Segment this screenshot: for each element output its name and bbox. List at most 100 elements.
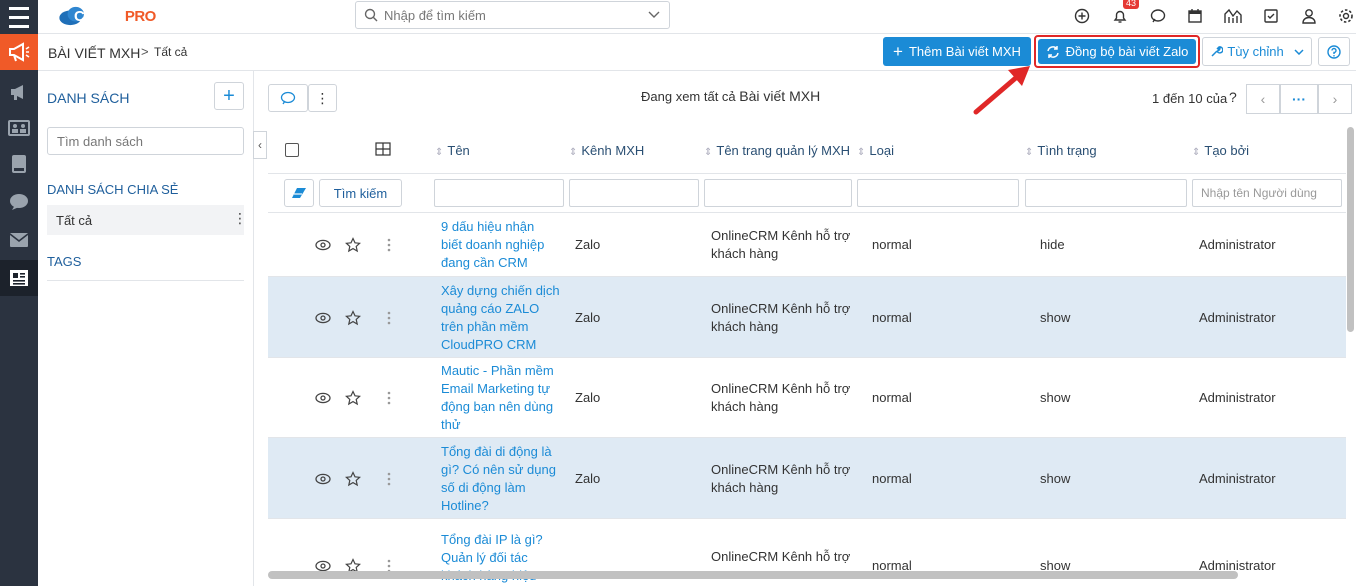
table-row[interactable]: 9 dấu hiệu nhận biết doanh nghiệp đang cần… bbox=[268, 212, 1346, 276]
list-search-input[interactable] bbox=[47, 127, 244, 155]
filter-search-button[interactable]: Tìm kiếm bbox=[319, 179, 402, 207]
eye-icon[interactable] bbox=[314, 309, 332, 327]
table-row[interactable]: Tổng đài di động là gì? Có nên sử dụng số … bbox=[268, 437, 1346, 518]
page-cell: OnlineCRM Kênh hỗ trợ bbox=[711, 549, 851, 564]
filter-page-input[interactable] bbox=[704, 179, 852, 207]
comment-toggle-button[interactable] bbox=[268, 84, 308, 112]
filter-type-input[interactable] bbox=[857, 179, 1019, 207]
star-icon[interactable] bbox=[344, 309, 362, 327]
post-name-link[interactable]: gì? Có nên sử dụng bbox=[441, 461, 571, 479]
sync-zalo-button[interactable]: Đồng bộ bài viết Zalo bbox=[1038, 39, 1196, 64]
kebab-menu-icon[interactable] bbox=[380, 309, 398, 327]
menu-icon[interactable] bbox=[0, 0, 38, 34]
help-button[interactable] bbox=[1318, 37, 1350, 66]
book-icon[interactable] bbox=[0, 146, 38, 182]
eye-icon[interactable] bbox=[314, 236, 332, 254]
global-search[interactable] bbox=[355, 1, 670, 29]
filter-name-input[interactable] bbox=[434, 179, 564, 207]
select-all-checkbox[interactable] bbox=[285, 143, 299, 157]
prev-page-button[interactable]: ‹ bbox=[1246, 84, 1280, 114]
eye-icon[interactable] bbox=[314, 470, 332, 488]
column-header-page[interactable]: ⇕ Tên trang quản lý MXH bbox=[704, 143, 850, 158]
creator-cell: Administrator bbox=[1199, 310, 1276, 325]
post-name-link[interactable]: Xây dựng chiến dịch bbox=[441, 282, 571, 300]
post-name-link[interactable]: trên phần mềm bbox=[441, 318, 571, 336]
refresh-icon bbox=[1046, 45, 1059, 58]
help-icon bbox=[1327, 44, 1341, 59]
star-icon[interactable] bbox=[344, 236, 362, 254]
post-name-link[interactable]: Hotline? bbox=[441, 497, 571, 515]
kebab-menu-icon[interactable] bbox=[380, 236, 398, 254]
kebab-menu-icon[interactable] bbox=[380, 470, 398, 488]
table-row[interactable]: Mautic - Phần mềm Email Marketing tự động … bbox=[268, 357, 1346, 437]
page-cell: khách hàng bbox=[711, 399, 779, 414]
post-name-link[interactable]: Mautic - Phần mềm bbox=[441, 362, 571, 380]
post-name-link[interactable]: CloudPRO CRM bbox=[441, 336, 571, 354]
sidebar-item-all[interactable]: Tất cả ⋮ bbox=[47, 205, 247, 235]
calendar-icon[interactable] bbox=[1184, 5, 1206, 27]
post-name-link[interactable]: 9 dấu hiệu nhận bbox=[441, 218, 571, 236]
column-header-label: Loại bbox=[869, 143, 894, 158]
add-circle-icon[interactable] bbox=[1071, 5, 1093, 27]
chevron-down-icon[interactable] bbox=[648, 11, 660, 19]
post-name-link[interactable]: quảng cáo ZALO bbox=[441, 300, 571, 318]
checkbox-icon[interactable] bbox=[1260, 5, 1282, 27]
post-name-link[interactable]: biết doanh nghiệp bbox=[441, 236, 571, 254]
clear-filter-button[interactable] bbox=[284, 179, 314, 207]
customize-button[interactable]: Tùy chỉnh bbox=[1202, 37, 1312, 66]
post-name-link[interactable]: Tổng đài di động là bbox=[441, 443, 571, 461]
viewing-prefix: Đang xem tất cả bbox=[641, 89, 736, 104]
column-header-channel[interactable]: ⇕ Kênh MXH bbox=[569, 143, 644, 158]
star-icon[interactable] bbox=[344, 470, 362, 488]
page-cell: OnlineCRM Kênh hỗ trợ bbox=[711, 301, 851, 316]
channel-cell: Zalo bbox=[575, 471, 601, 486]
column-header-type[interactable]: ⇕ Loại bbox=[857, 143, 894, 158]
post-name-link[interactable]: động bạn nên dùng bbox=[441, 398, 571, 416]
post-name-link[interactable]: Tổng đài IP là gì? bbox=[441, 531, 571, 549]
vertical-scrollbar[interactable] bbox=[1347, 127, 1354, 332]
eye-icon[interactable] bbox=[314, 389, 332, 407]
kebab-menu-icon[interactable] bbox=[380, 389, 398, 407]
horizontal-scrollbar[interactable] bbox=[268, 571, 1238, 579]
collapse-sidebar-button[interactable]: ‹ bbox=[253, 131, 267, 159]
column-header-creator[interactable]: ⇕ Tạo bởi bbox=[1192, 143, 1249, 158]
column-header-status[interactable]: ⇕ Tình trạng bbox=[1025, 143, 1097, 158]
tags-title[interactable]: TAGS bbox=[47, 254, 81, 269]
comment-icon[interactable] bbox=[1147, 5, 1169, 27]
type-cell: normal bbox=[872, 237, 912, 252]
chevron-down-icon bbox=[1294, 48, 1304, 55]
filter-status-input[interactable] bbox=[1025, 179, 1187, 207]
page-options-button[interactable]: ··· bbox=[1280, 84, 1318, 114]
breadcrumb-module[interactable]: BÀI VIẾT MXH bbox=[48, 45, 140, 61]
gear-icon[interactable] bbox=[1335, 5, 1356, 27]
filter-creator-input[interactable] bbox=[1192, 179, 1342, 207]
campaign-icon[interactable] bbox=[0, 74, 38, 110]
chat-icon[interactable] bbox=[0, 184, 38, 220]
filter-channel-input[interactable] bbox=[569, 179, 699, 207]
post-name-link[interactable]: thử bbox=[441, 416, 571, 434]
user-icon[interactable] bbox=[1298, 5, 1320, 27]
column-header-name[interactable]: ⇕ Tên bbox=[435, 143, 470, 158]
post-name-link[interactable]: Email Marketing tự bbox=[441, 380, 571, 398]
post-name-link[interactable]: đang cần CRM bbox=[441, 254, 571, 272]
logo[interactable]: CLOUDPRO bbox=[56, 5, 156, 27]
kebab-menu-icon[interactable]: ⋮ bbox=[233, 210, 247, 227]
post-name-link[interactable]: số di động làm bbox=[441, 479, 571, 497]
table-row[interactable]: Xây dựng chiến dịch quảng cáo ZALO trên ph… bbox=[268, 276, 1346, 357]
post-name-link[interactable]: Quản lý đối tác bbox=[441, 549, 571, 567]
search-input[interactable] bbox=[384, 5, 634, 25]
more-actions-button[interactable]: ⋮ bbox=[308, 84, 337, 112]
column-layout-icon[interactable] bbox=[375, 142, 391, 156]
add-list-button[interactable]: + bbox=[214, 82, 244, 110]
star-icon[interactable] bbox=[344, 389, 362, 407]
next-page-button[interactable]: › bbox=[1318, 84, 1352, 114]
news-icon[interactable] bbox=[0, 260, 38, 296]
paging-help-icon[interactable]: ? bbox=[1229, 89, 1237, 105]
megaphone-icon[interactable] bbox=[0, 34, 38, 70]
mail-icon[interactable] bbox=[0, 222, 38, 258]
chart-icon[interactable] bbox=[1222, 5, 1244, 27]
list-sidebar: DANH SÁCH + DANH SÁCH CHIA SẺ Tất cả ⋮ T… bbox=[38, 71, 254, 586]
column-header-label: Tên trang quản lý MXH bbox=[716, 143, 851, 158]
customize-label: Tùy chỉnh bbox=[1227, 44, 1284, 59]
team-icon[interactable] bbox=[0, 110, 38, 146]
